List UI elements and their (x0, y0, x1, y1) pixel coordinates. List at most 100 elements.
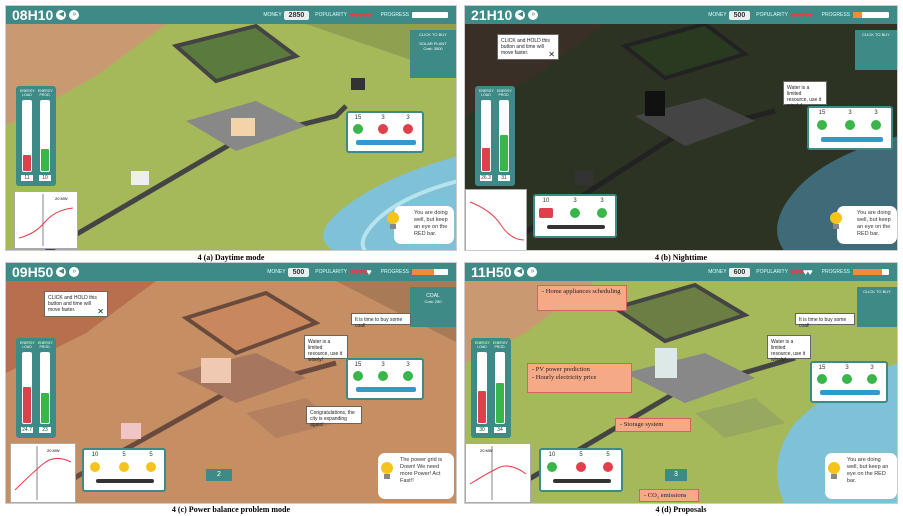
panel-daytime: 08H10 ◀ » MONEY 2850 POPULARITY ♥♥♥♥♥ PR… (5, 5, 457, 251)
progress-bar (853, 269, 889, 275)
buy-panel[interactable]: CLICK TO BUY (855, 30, 897, 70)
advisor-bulb-icon (381, 462, 393, 479)
progress-label: PROGRESS (821, 12, 850, 18)
hold-hint: CLICK and HOLD this button and time will… (44, 291, 108, 317)
fast-forward-icon[interactable]: » (69, 10, 80, 20)
fast-forward-icon[interactable]: » (69, 267, 80, 277)
clock: 11H50 (471, 264, 512, 280)
popularity-hearts: ♥♥♥♥♥ (789, 267, 813, 277)
hud-bar: 21H10 ◀ » MONEY 500 POPULARITY ♥♥♥♥♥ PRO… (465, 6, 897, 24)
prod-value: 31 (498, 175, 510, 181)
buy-cost: Cost: 250 (424, 299, 442, 304)
prod-label: ENERGY PROD. (38, 89, 53, 97)
callout-pv-price: - PV power prediction - Hourly electrici… (527, 363, 632, 393)
power-plant (131, 171, 149, 185)
fast-forward-icon[interactable]: » (527, 267, 538, 277)
advisor-text: The power grid is Down! We need more Pow… (400, 457, 443, 484)
water-bar (356, 387, 416, 392)
close-icon[interactable]: ✕ (97, 308, 104, 316)
callout-appliances: - Home appliances scheduling (537, 285, 627, 311)
coal-dot (378, 371, 388, 381)
load-label: ENERGY LOAD (475, 341, 490, 349)
load-graph (465, 189, 527, 250)
load-value: 30 (476, 427, 488, 433)
load-label: ENERGY LOAD (20, 89, 35, 97)
hud-bar: 08H10 ◀ » MONEY 2850 POPULARITY ♥♥♥♥♥ PR… (6, 6, 456, 24)
load-tube (481, 100, 491, 172)
water-count: 15 (818, 365, 826, 371)
prod-tube (40, 352, 50, 424)
resource-box-2: 10 3 3 (533, 194, 617, 238)
buy-panel[interactable]: COAL Cost: 250 (410, 287, 456, 327)
water-dot (353, 371, 363, 381)
callout-co2: - CO₂ emissions (639, 489, 699, 502)
money-value: 500 (728, 10, 751, 20)
gas-count: 5 (149, 452, 153, 458)
mute-icon[interactable]: ◀ (56, 267, 67, 277)
coal-dot (119, 462, 129, 472)
panel-nighttime: 21H10 ◀ » MONEY 500 POPULARITY ♥♥♥♥♥ PRO… (464, 5, 898, 251)
prod-value: 10 (39, 175, 51, 181)
hold-hint-text: CLICK and HOLD this button and time will… (48, 295, 97, 313)
water-hint: Water is a limited resource, use it wise… (783, 81, 827, 109)
energy-meters: ENERGY LOAD ENERGY PROD. 26.3 31 (475, 86, 515, 186)
progress-label: PROGRESS (380, 12, 409, 18)
gas-count: 3 (870, 365, 874, 371)
water-count: 10 (548, 452, 556, 458)
water-dot (539, 208, 553, 218)
advisor-speech: You are doing well, but keep an eye on t… (837, 206, 897, 244)
prod-tube (499, 100, 509, 172)
clock: 08H10 (12, 7, 54, 23)
graph-label: 20 MW (47, 448, 60, 453)
storage-bar (96, 479, 154, 483)
advisor-bulb-icon (387, 212, 399, 229)
gas-count: 3 (406, 362, 410, 368)
coal-counter: 2 (206, 469, 232, 481)
prod-label: ENERGY PROD. (38, 341, 53, 349)
progress-bar (412, 12, 448, 18)
coal-count: 5 (579, 452, 583, 458)
popularity-label: POPULARITY (315, 12, 347, 18)
water-bar (821, 137, 883, 142)
money-value: 600 (728, 267, 751, 277)
mute-icon[interactable]: ◀ (56, 10, 67, 20)
mute-icon[interactable]: ◀ (514, 267, 525, 277)
close-icon[interactable]: ✕ (548, 51, 555, 59)
hud-bar: 11H50 ◀ » MONEY 600 POPULARITY ♥♥♥♥♥ PRO… (465, 263, 897, 281)
advisor-text: You are doing well, but keep an eye on t… (847, 457, 889, 484)
gas-count: 5 (606, 452, 610, 458)
water-hint: Water is a limited resource, use it wise… (767, 335, 811, 363)
power-plant (121, 423, 141, 439)
mute-icon[interactable]: ◀ (515, 10, 526, 20)
clock: 21H10 (471, 7, 513, 23)
caption-c: 4 (c) Power balance problem mode (171, 505, 291, 514)
popularity-label: POPULARITY (756, 269, 788, 275)
water-hint: Water is a limited resource, use it wise… (304, 335, 348, 363)
factory (645, 91, 665, 116)
coal-count: 3 (381, 115, 385, 121)
buy-panel[interactable]: CLICK TO BUY (857, 287, 897, 327)
popularity-hearts: ♥♥♥♥♥ (348, 10, 372, 20)
load-value: 26.3 (480, 175, 492, 181)
water-dot (817, 374, 827, 384)
gas-dot (403, 371, 413, 381)
popularity-label: POPULARITY (756, 12, 788, 18)
buy-panel[interactable]: CLICK TO BUY SOLAR PLANT Cost: 3500 (410, 30, 456, 78)
mine (351, 78, 365, 90)
load-graph: 20 MW (14, 191, 78, 249)
coal-counter: 3 (665, 469, 687, 481)
coal-dot (576, 462, 586, 472)
water-bar (820, 390, 880, 395)
prod-value: 23 (39, 427, 51, 433)
water-dot (817, 120, 827, 130)
water-count: 10 (542, 198, 550, 204)
resource-box-2: 10 5 5 (82, 448, 166, 492)
popularity-label: POPULARITY (315, 269, 347, 275)
coal-count: 3 (573, 198, 577, 204)
gas-count: 3 (600, 198, 604, 204)
coal-count: 3 (848, 110, 852, 116)
gas-dot (597, 208, 607, 218)
prod-tube (40, 100, 50, 172)
energy-meters: ENERGY LOAD ENERGY PROD. 11 10 (16, 86, 56, 186)
fast-forward-icon[interactable]: » (528, 10, 539, 20)
